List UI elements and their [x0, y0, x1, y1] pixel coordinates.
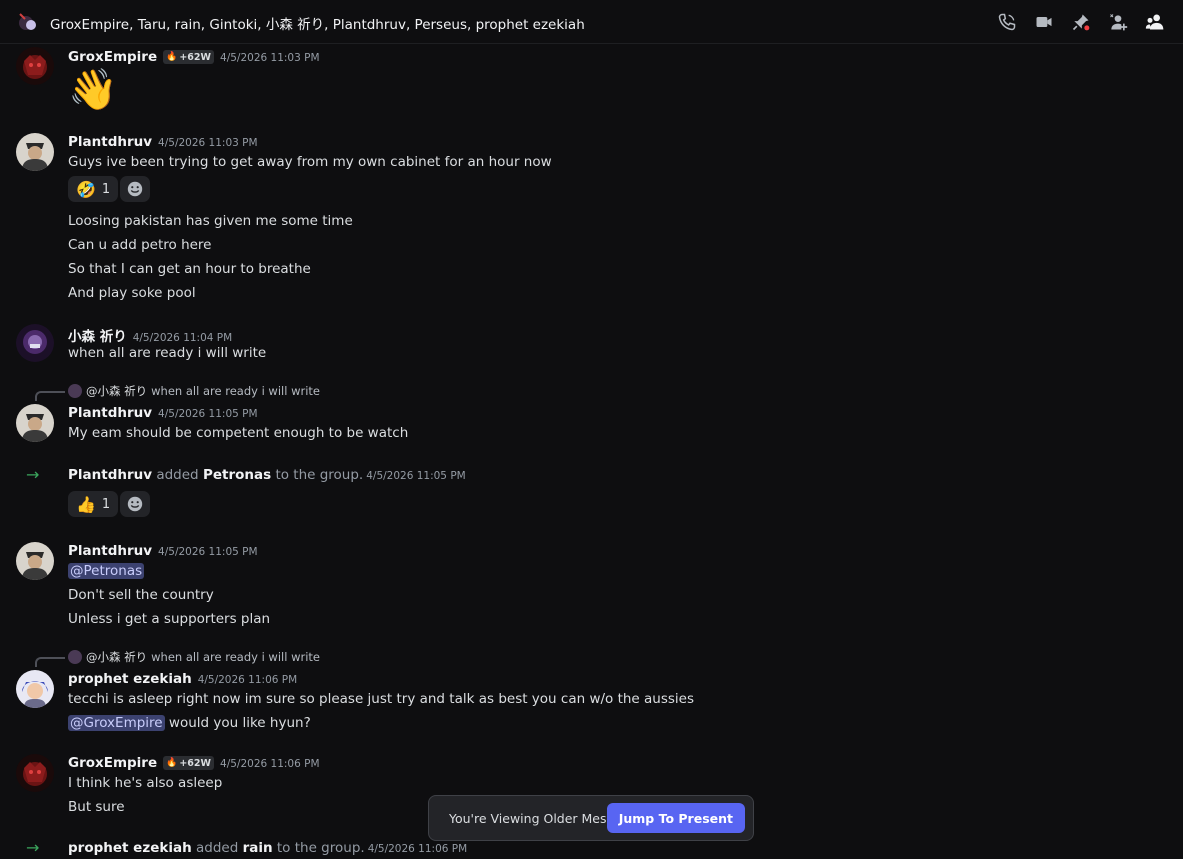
thumbs-up-emoji: 👍	[76, 494, 96, 514]
smiley-icon	[127, 181, 143, 197]
reply-spine	[35, 391, 65, 401]
message-header: Plantdhruv 4/5/2026 11:03 PM	[68, 134, 258, 150]
phone-call-icon[interactable]	[988, 11, 1025, 33]
message-text: But sure	[68, 799, 125, 815]
timestamp: 4/5/2026 11:06 PM	[197, 674, 298, 686]
message-text: So that I can get an hour to breathe	[68, 261, 311, 277]
reaction-count: 1	[101, 496, 111, 512]
message-header: prophet ezekiah 4/5/2026 11:06 PM	[68, 671, 297, 687]
message-text: Guys ive been trying to get away from my…	[68, 154, 552, 170]
system-message: Plantdhruv added Petronas to the group. 4…	[68, 467, 466, 483]
message-text: tecchi is asleep right now im sure so pl…	[68, 691, 695, 707]
reaction[interactable]: 🤣 1	[68, 176, 119, 202]
wave-emoji: 👋	[68, 67, 118, 113]
timestamp: 4/5/2026 11:05 PM	[158, 546, 258, 558]
username[interactable]: GroxEmpire	[68, 49, 157, 65]
message-text: My eam should be competent enough to be …	[68, 425, 409, 441]
message-header: GroxEmpire 🔥 +62W 4/5/2026 11:06 PM	[68, 755, 320, 771]
message-text: And play soke pool	[68, 285, 196, 301]
reply-preview[interactable]: @小森 祈り when all are ready i will write	[68, 383, 320, 399]
message-text: when all are ready i will write	[68, 345, 267, 361]
message-text: Can u add petro here	[68, 237, 212, 253]
avatar[interactable]	[16, 404, 54, 442]
reply-spine	[35, 657, 65, 667]
username[interactable]: 小森 祈り	[68, 325, 127, 345]
message-text: Loosing pakistan has given me some time	[68, 213, 353, 229]
channel-title: GroxEmpire, Taru, rain, Gintoki, 小森 祈り, …	[50, 17, 585, 33]
system-message: prophet ezekiah added rain to the group.…	[68, 840, 468, 856]
reply-preview[interactable]: @小森 祈り when all are ready i will write	[68, 649, 320, 665]
clan-tag[interactable]: 🔥 +62W	[163, 756, 215, 770]
add-reaction-button[interactable]	[120, 491, 150, 517]
message-text: I think he's also asleep	[68, 775, 223, 791]
message-header: GroxEmpire 🔥 +62W 4/5/2026 11:03 PM	[68, 49, 320, 65]
add-friends-icon[interactable]	[1099, 11, 1136, 33]
arrow-right-icon: →	[26, 465, 40, 484]
timestamp: 4/5/2026 11:05 PM	[158, 408, 258, 420]
flame-icon: 🔥	[166, 758, 178, 768]
message-header: 小森 祈り 4/5/2026 11:04 PM	[68, 325, 232, 345]
user-mention[interactable]: @Petronas	[68, 563, 145, 579]
username[interactable]: Plantdhruv	[68, 543, 152, 559]
smiley-icon	[127, 496, 143, 512]
clan-tag[interactable]: 🔥 +62W	[163, 50, 215, 64]
message-text: Unless i get a supporters plan	[68, 611, 271, 627]
group-dm-icon	[16, 10, 40, 34]
rofl-emoji: 🤣	[76, 179, 96, 199]
message-header: Plantdhruv 4/5/2026 11:05 PM	[68, 405, 258, 421]
username[interactable]: Plantdhruv	[68, 405, 152, 421]
user-mention[interactable]: @GroxEmpire	[68, 715, 165, 731]
timestamp: 4/5/2026 11:03 PM	[220, 52, 320, 64]
message-text: @GroxEmpire would you like hyun?	[68, 715, 311, 731]
reaction-count: 1	[101, 181, 111, 197]
timestamp: 4/5/2026 11:04 PM	[132, 332, 233, 344]
avatar[interactable]	[16, 133, 54, 171]
username[interactable]: prophet ezekiah	[68, 671, 192, 687]
avatar[interactable]	[16, 754, 54, 792]
username[interactable]: GroxEmpire	[68, 755, 157, 771]
video-call-icon[interactable]	[1025, 11, 1062, 33]
timestamp: 4/5/2026 11:06 PM	[220, 758, 320, 770]
message-header: Plantdhruv 4/5/2026 11:05 PM	[68, 543, 258, 559]
add-reaction-button[interactable]	[120, 176, 150, 202]
jump-to-present-button[interactable]: Jump To Present	[606, 803, 745, 833]
avatar[interactable]	[16, 670, 54, 708]
pinned-messages-icon[interactable]	[1062, 11, 1099, 33]
avatar[interactable]	[16, 47, 54, 85]
avatar[interactable]	[16, 324, 54, 362]
reply-avatar	[68, 384, 82, 398]
username[interactable]: Plantdhruv	[68, 134, 152, 150]
member-list-icon[interactable]	[1136, 11, 1173, 33]
older-messages-bar: You're Viewing Older Messages Jump To Pr…	[428, 795, 754, 841]
reaction[interactable]: 👍 1	[68, 491, 119, 517]
message-text: Don't sell the country	[68, 587, 214, 603]
reply-avatar	[68, 650, 82, 664]
arrow-right-icon: →	[26, 838, 40, 857]
message-list[interactable]: GroxEmpire 🔥 +62W 4/5/2026 11:03 PM 👋 Pla…	[0, 44, 1183, 859]
flame-icon: 🔥	[166, 52, 178, 62]
message-text: @Petronas	[68, 563, 145, 579]
timestamp: 4/5/2026 11:03 PM	[158, 137, 258, 149]
avatar[interactable]	[16, 542, 54, 580]
channel-header: GroxEmpire, Taru, rain, Gintoki, 小森 祈り, …	[0, 0, 1183, 44]
